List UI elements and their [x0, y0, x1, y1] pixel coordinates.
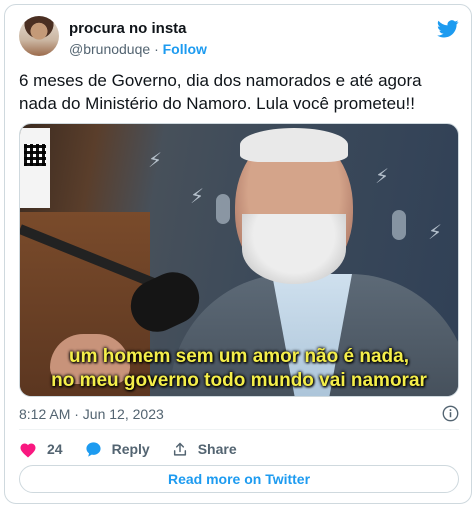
- tweet-timestamp[interactable]: 8:12 AM · Jun 12, 2023: [19, 406, 164, 422]
- promo-poster: [20, 128, 50, 208]
- timestamp-row: 8:12 AM · Jun 12, 2023: [19, 405, 459, 423]
- display-name[interactable]: procura no insta: [69, 20, 207, 38]
- twitter-bird-icon[interactable]: [437, 20, 459, 38]
- qr-code: [24, 144, 46, 166]
- read-more-button[interactable]: Read more on Twitter: [19, 465, 459, 493]
- subtitle-line-2: no meu governo todo mundo vai namorar: [51, 370, 427, 391]
- lightning-bolt-icon: ⚡: [148, 150, 163, 172]
- reply-button[interactable]: Reply: [85, 441, 150, 458]
- heart-icon: [20, 443, 36, 457]
- microphone-decoration: [392, 210, 406, 240]
- share-label: Share: [197, 441, 237, 457]
- like-count: 24: [47, 441, 63, 457]
- share-button[interactable]: Share: [172, 441, 237, 458]
- follow-link[interactable]: Follow: [163, 41, 207, 57]
- tweet-card: procura no insta @brunoduqe · Follow 6 m…: [4, 4, 472, 504]
- subtitle-line-1: um homem sem um amor não é nada,: [69, 346, 409, 367]
- separator-dot: ·: [154, 41, 159, 57]
- microphone-decoration: [216, 194, 230, 224]
- avatar[interactable]: [19, 16, 59, 56]
- tweet-text: 6 meses de Governo, dia dos namorados e …: [19, 71, 422, 113]
- share-icon: [173, 442, 186, 456]
- divider: [19, 429, 459, 430]
- person-beard: [242, 214, 346, 284]
- lightning-bolt-icon: ⚡: [428, 222, 443, 244]
- person-hair: [240, 128, 348, 162]
- info-icon[interactable]: [442, 405, 459, 422]
- lightning-bolt-icon: ⚡: [375, 166, 390, 188]
- tweet-media-image[interactable]: ⚡ ⚡ ⚡ ⚡ um homem sem um amor não é nada,…: [19, 123, 459, 397]
- lightning-bolt-icon: ⚡: [190, 186, 205, 208]
- speech-bubble-icon: [85, 441, 101, 457]
- handle-row: @brunoduqe · Follow: [69, 40, 207, 58]
- author-block: procura no insta @brunoduqe · Follow: [69, 20, 207, 58]
- reply-label: Reply: [111, 441, 150, 457]
- action-bar: 24 Reply Share: [19, 439, 259, 459]
- tweet-header: procura no insta @brunoduqe · Follow: [19, 16, 459, 60]
- user-handle[interactable]: @brunoduqe: [69, 41, 150, 57]
- like-button[interactable]: 24: [19, 441, 63, 458]
